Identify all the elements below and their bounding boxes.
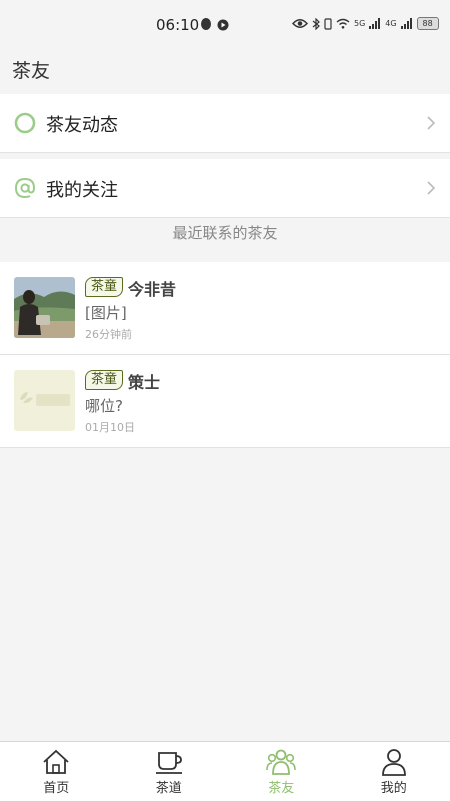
tab-label: 我的: [338, 777, 450, 796]
wifi-icon: [336, 18, 350, 29]
network-type-left: 5G: [354, 19, 365, 28]
signal-icon-2: [401, 18, 413, 29]
bluetooth-icon: [312, 18, 320, 30]
status-time: 06:10: [156, 16, 199, 34]
battery-icon: 88: [417, 17, 439, 30]
recent-friends-list: 茶童 今非昔 [图片] 26分钟前 茶童 策士 哪位? 01月10日: [0, 262, 450, 448]
home-icon: [41, 748, 71, 776]
level-badge: 茶童: [85, 277, 123, 297]
last-message: [图片]: [85, 302, 127, 323]
eye-icon: [292, 18, 308, 29]
friend-name: 策士: [128, 369, 160, 393]
network-type-right: 4G: [385, 19, 396, 28]
at-icon: [14, 177, 36, 199]
friends-icon: [266, 748, 296, 776]
status-bar: 06:10 5G 4G 88: [0, 0, 450, 50]
menu-item-my-follows[interactable]: 我的关注: [0, 159, 450, 218]
profile-icon: [379, 748, 409, 776]
status-notification-icons: [200, 18, 229, 31]
tab-mine[interactable]: 我的: [338, 742, 450, 801]
vibrate-icon: [324, 18, 332, 30]
last-message: 哪位?: [85, 395, 123, 416]
teacup-icon: [154, 748, 184, 776]
page-title: 茶友: [12, 56, 50, 83]
menu-item-label: 我的关注: [46, 176, 118, 202]
bottom-nav: 首页 茶道 茶友 我的: [0, 741, 450, 801]
list-item[interactable]: 茶童 策士 哪位? 01月10日: [0, 355, 450, 448]
message-time: 26分钟前: [85, 326, 132, 342]
tab-home[interactable]: 首页: [0, 742, 113, 801]
qq-icon: [200, 18, 212, 31]
message-time: 01月10日: [85, 419, 135, 435]
media-icon: [217, 19, 229, 31]
list-item[interactable]: 茶童 今非昔 [图片] 26分钟前: [0, 262, 450, 355]
circle-icon: [14, 112, 36, 134]
menu-item-friend-moments[interactable]: 茶友动态: [0, 94, 450, 153]
menu-item-label: 茶友动态: [46, 111, 118, 137]
tab-label: 茶道: [113, 777, 226, 796]
tab-label: 茶友: [225, 777, 338, 796]
photo-avatar: [14, 277, 75, 338]
level-badge: 茶童: [85, 370, 123, 390]
tab-tea-way[interactable]: 茶道: [113, 742, 226, 801]
chevron-right-icon: [426, 181, 436, 195]
friend-name: 今非昔: [128, 276, 176, 300]
signal-icon: [369, 18, 381, 29]
chevron-right-icon: [426, 116, 436, 130]
logo-avatar: [14, 370, 75, 431]
tab-tea-friends[interactable]: 茶友: [225, 742, 338, 801]
section-title: 最近联系的茶友: [0, 222, 450, 243]
tab-label: 首页: [0, 777, 113, 796]
status-system-icons: 5G 4G 88: [292, 17, 439, 30]
